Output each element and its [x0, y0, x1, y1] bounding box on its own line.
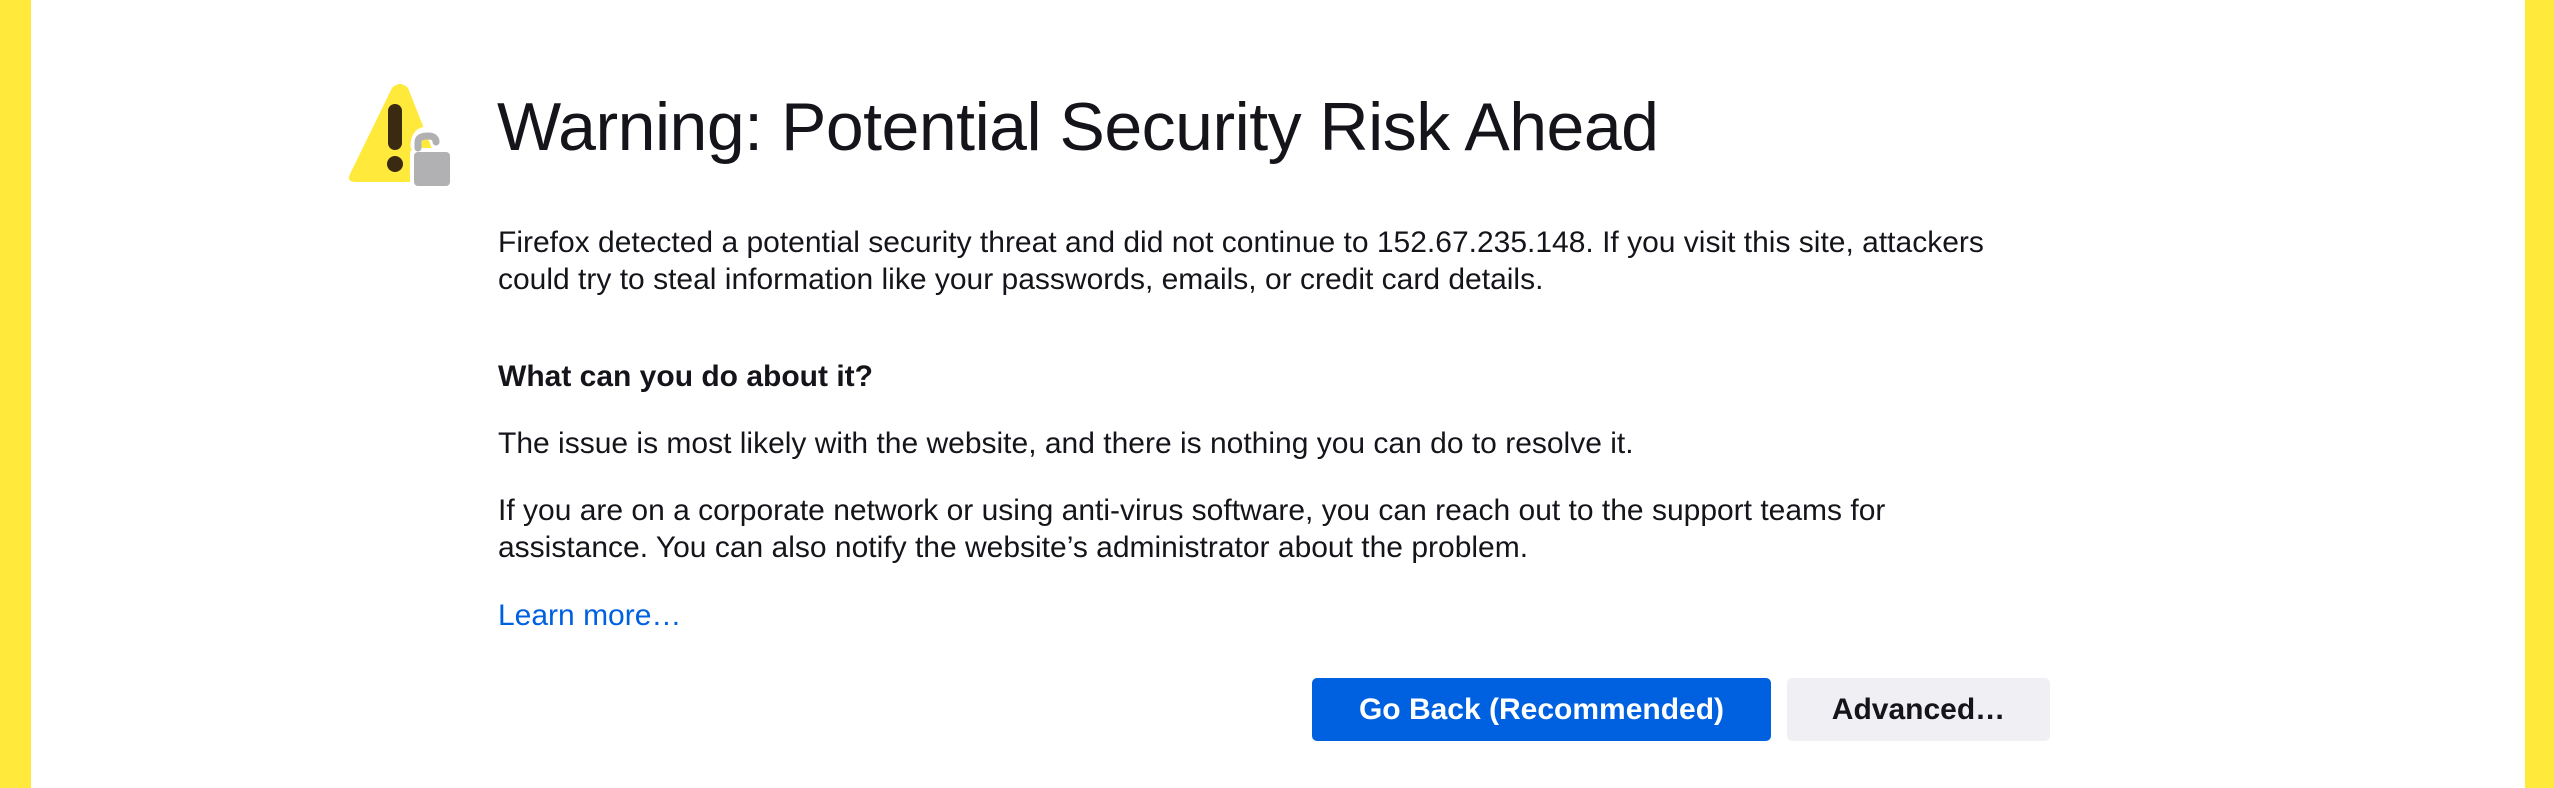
go-back-button[interactable]: Go Back (Recommended) [1312, 678, 1771, 741]
advanced-button[interactable]: Advanced… [1787, 678, 2050, 741]
broken-lock-icon [410, 126, 454, 190]
issue-paragraph: The issue is most likely with the websit… [498, 427, 1634, 460]
left-frame-accent [0, 0, 31, 788]
page-title: Warning: Potential Security Risk Ahead [497, 89, 1659, 165]
warning-triangle-icon [344, 84, 456, 194]
intro-paragraph: Firefox detected a potential security th… [498, 226, 1984, 296]
what-can-you-do-heading: What can you do about it? [498, 360, 873, 393]
learn-more-link[interactable]: Learn more… [498, 597, 681, 634]
right-frame-accent [2525, 0, 2554, 788]
corporate-network-paragraph: If you are on a corporate network or usi… [498, 494, 1886, 564]
